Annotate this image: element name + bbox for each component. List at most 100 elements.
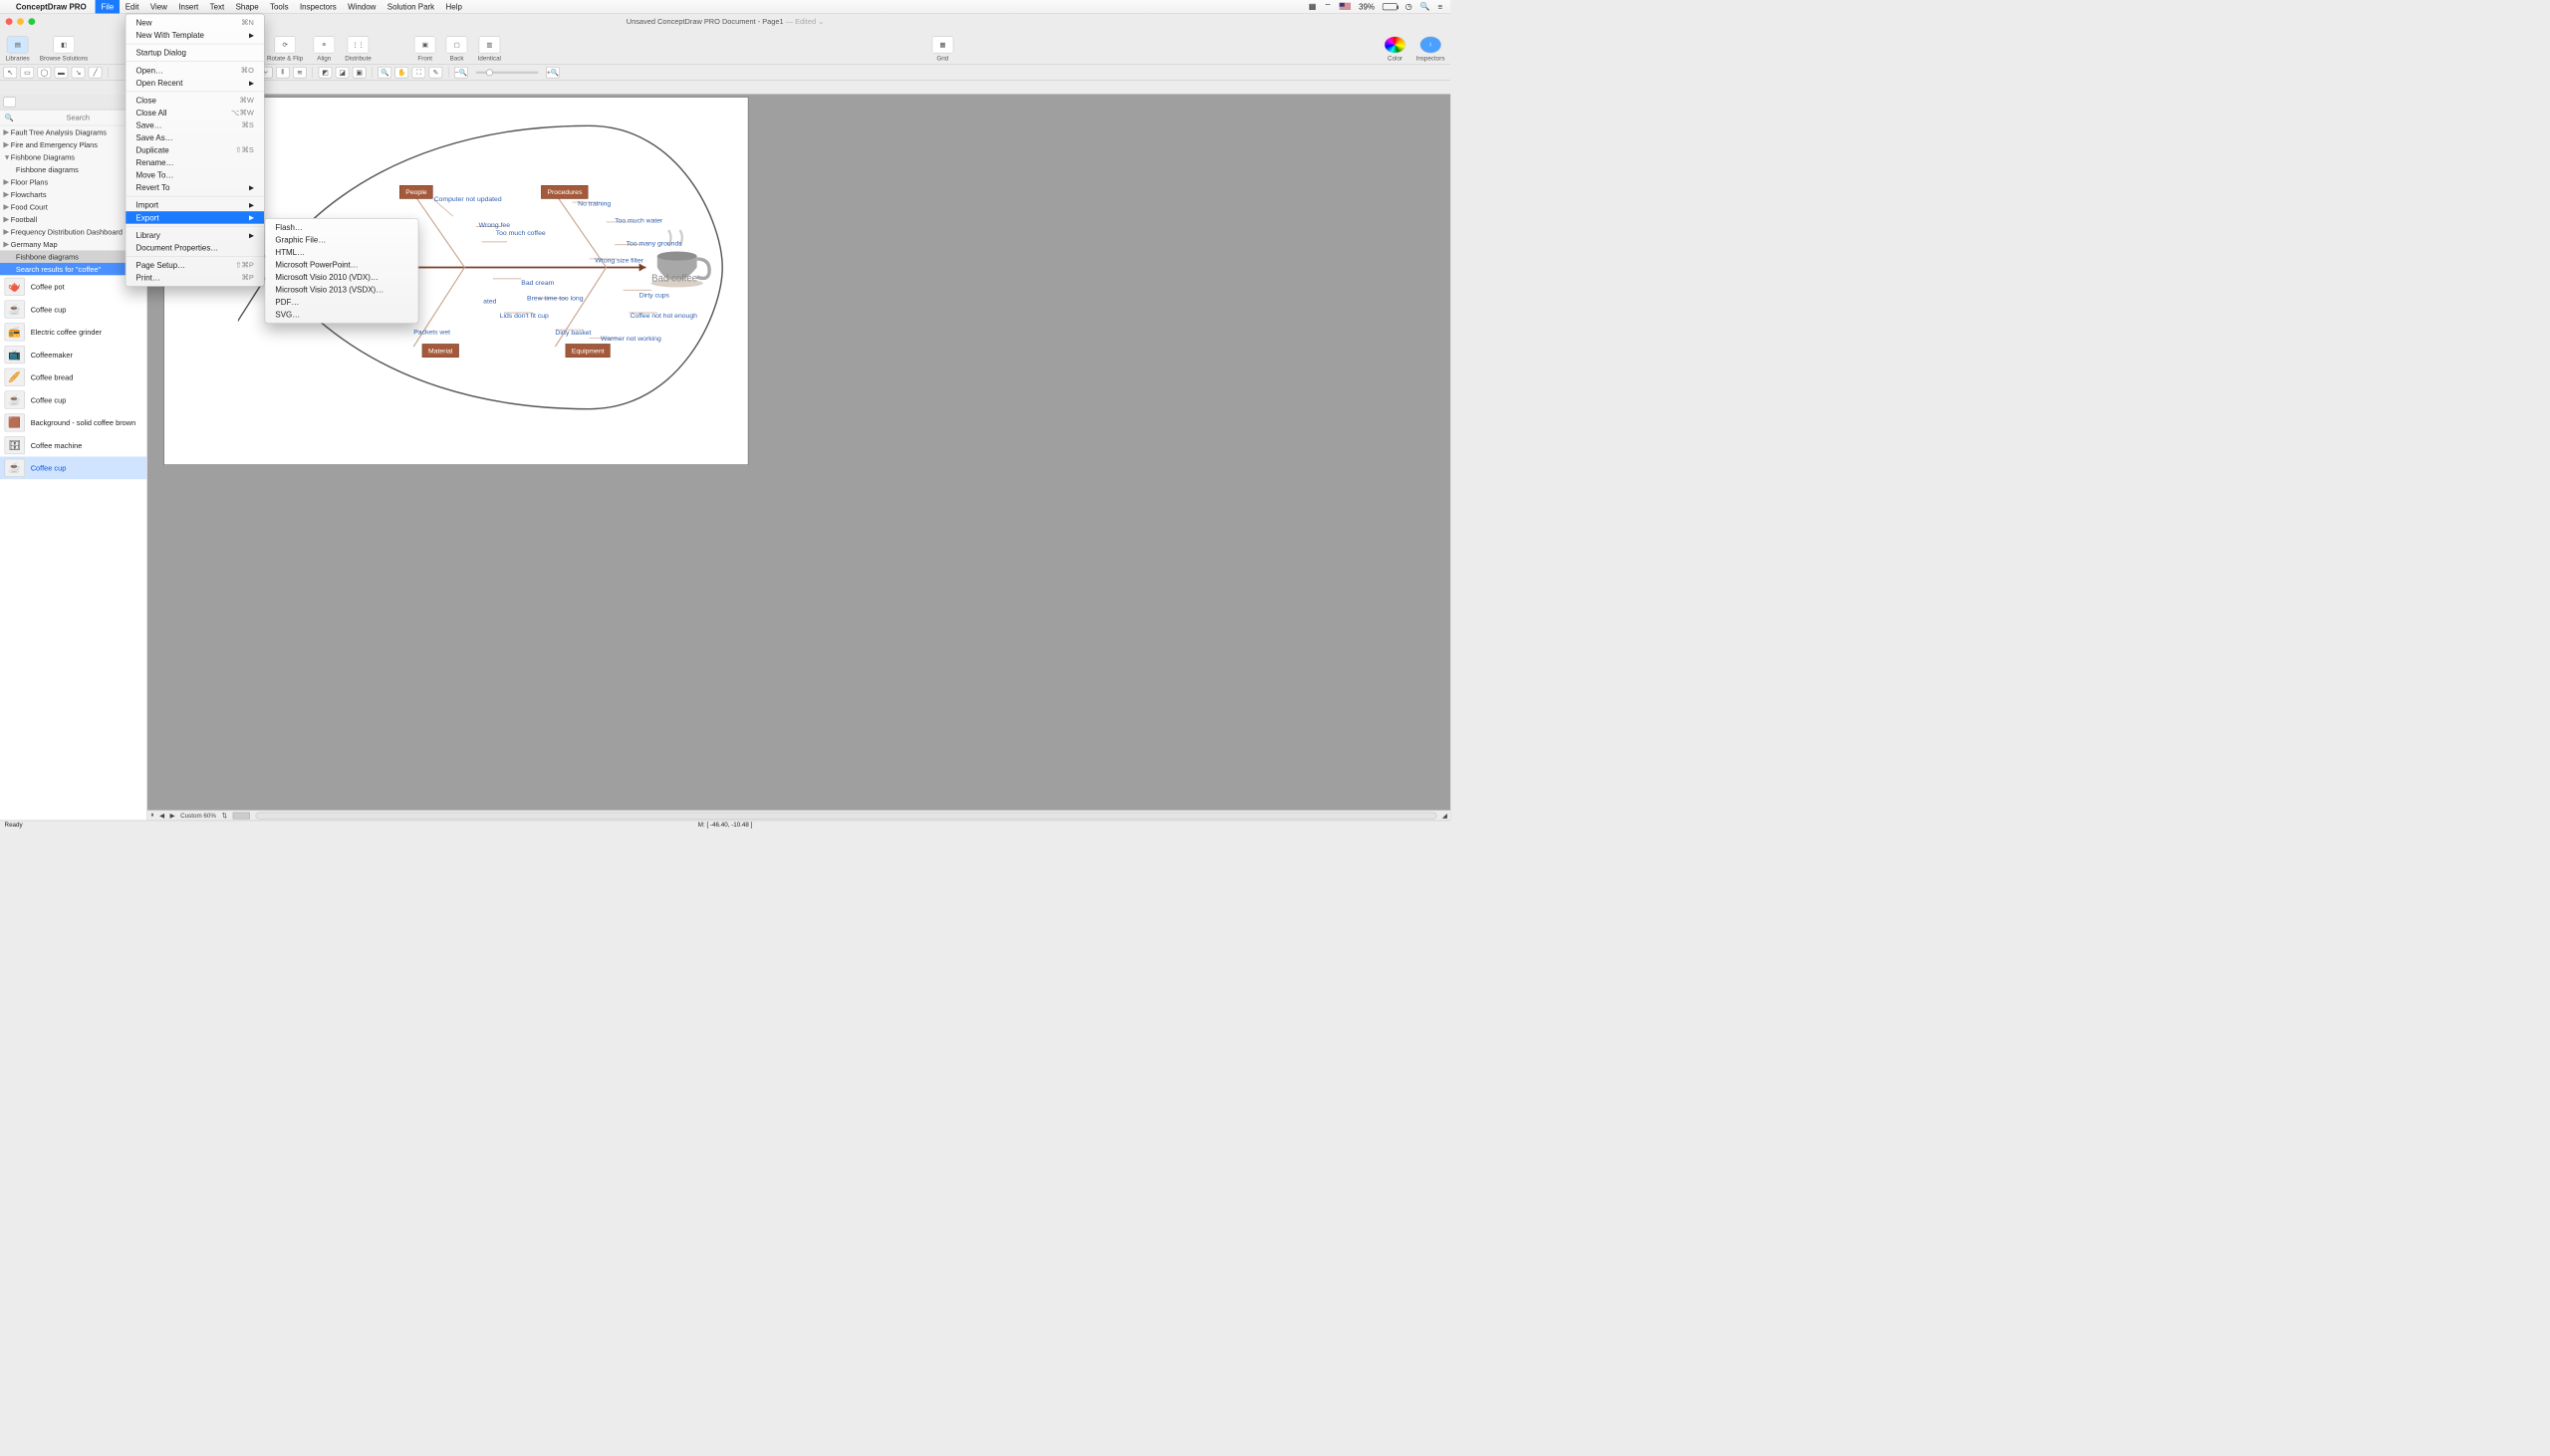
sidebar-mode-a[interactable] (3, 97, 16, 107)
menu-item[interactable]: New With Template▶ (126, 29, 264, 42)
menu-item[interactable]: PDF… (265, 296, 418, 309)
menu-inspectors[interactable]: Inspectors (294, 0, 342, 13)
menu-item[interactable]: New⌘N (126, 16, 264, 29)
zoom-slider[interactable] (476, 71, 539, 73)
menu-item[interactable]: Save As… (126, 131, 264, 144)
align-button[interactable]: ≡Align (313, 36, 335, 62)
identical-button[interactable]: ▥Identical (478, 36, 501, 62)
canvas[interactable]: People Procedures Material Equipment Com… (147, 94, 1450, 820)
menu-icon[interactable]: ≡ (1438, 2, 1443, 11)
menu-shape[interactable]: Shape (230, 0, 264, 13)
library-item[interactable]: 📻Electric coffee grinder (0, 321, 146, 344)
browse-solutions-button[interactable]: ◧Browse Solutions (40, 36, 88, 62)
connector-tool[interactable]: ↘ (72, 67, 86, 78)
next-page-button[interactable]: ▶ (170, 812, 175, 819)
menu-item[interactable]: Flash… (265, 221, 418, 234)
menu-help[interactable]: Help (440, 0, 468, 13)
chevron-down-icon[interactable]: ⌄ (818, 17, 824, 26)
zoom-in-button[interactable]: +🔍 (546, 67, 560, 78)
menu-item[interactable]: Export▶ (126, 211, 264, 224)
pan-tool[interactable]: ✋ (394, 67, 408, 78)
menu-item[interactable]: Open…⌘O (126, 64, 264, 77)
menu-item[interactable]: Print…⌘P (126, 271, 264, 284)
menu-item[interactable]: Close All⌥⌘W (126, 107, 264, 120)
menu-item[interactable]: Microsoft PowerPoint… (265, 258, 418, 271)
menu-insert[interactable]: Insert (173, 0, 204, 13)
resize-grip-icon[interactable]: ◢ (1442, 812, 1447, 819)
battery-icon[interactable] (1383, 3, 1398, 10)
menu-solution-park[interactable]: Solution Park (382, 0, 440, 13)
back-button[interactable]: ▢Back (446, 36, 468, 62)
library-item[interactable]: ☕Coffee cup (0, 298, 146, 321)
menu-view[interactable]: View (144, 0, 172, 13)
rotate-flip-button[interactable]: ⟳Rotate & Flip (267, 36, 303, 62)
zoom-stepper[interactable]: ⇅ (222, 812, 227, 819)
eyedropper-tool[interactable]: ✎ (429, 67, 443, 78)
page-tabs-icon[interactable] (233, 812, 250, 819)
menu-item[interactable]: Microsoft Visio 2010 (VDX)… (265, 271, 418, 284)
menu-item[interactable]: Revert To▶ (126, 181, 264, 194)
menu-item[interactable]: Microsoft Visio 2013 (VSDX)… (265, 283, 418, 296)
menu-item[interactable]: Library▶ (126, 229, 264, 242)
menu-item[interactable]: HTML… (265, 246, 418, 259)
prev-page-button[interactable]: ◀ (159, 812, 164, 819)
menu-item[interactable]: SVG… (265, 308, 418, 321)
arrange-1[interactable]: ◩ (319, 67, 333, 78)
front-button[interactable]: ▣Front (414, 36, 436, 62)
library-item[interactable]: ☕Coffee cup (0, 456, 146, 479)
crop-tool[interactable]: ⛶ (412, 67, 426, 78)
arrange-2[interactable]: ◪ (336, 67, 350, 78)
line-tool[interactable]: ╱ (89, 67, 103, 78)
zoom-tool[interactable]: 🔍 (378, 67, 391, 78)
zoom-readout[interactable]: Custom 60% (180, 812, 216, 819)
menu-item[interactable]: Move To… (126, 169, 264, 182)
ellipse-tool[interactable]: ◯ (38, 67, 52, 78)
menu-edit[interactable]: Edit (120, 0, 144, 13)
library-item[interactable]: 🥖Coffee bread (0, 365, 146, 388)
arrange-3[interactable]: ▣ (353, 67, 367, 78)
grid-icon[interactable]: ▦ (1309, 2, 1317, 12)
menu-item[interactable]: Page Setup…⇧⌘P (126, 259, 264, 272)
pause-icon[interactable]: ⏸ (150, 812, 153, 819)
rect-tool[interactable]: ▭ (20, 67, 34, 78)
wifi-icon[interactable]: ⌔ (1324, 1, 1331, 11)
us-flag-icon[interactable] (1340, 3, 1351, 10)
clock-icon[interactable]: ◷ (1405, 2, 1412, 12)
minimize-window-button[interactable] (17, 18, 24, 25)
inspectors-button[interactable]: iInspectors (1416, 36, 1445, 62)
menu-item[interactable]: Import▶ (126, 199, 264, 212)
export-submenu[interactable]: Flash…Graphic File…HTML…Microsoft PowerP… (265, 218, 419, 324)
menu-item[interactable]: Close⌘W (126, 94, 264, 107)
library-item[interactable]: 🗄Coffee machine (0, 434, 146, 457)
close-window-button[interactable] (6, 18, 13, 25)
file-menu[interactable]: New⌘NNew With Template▶ Startup Dialog Ope… (126, 14, 265, 287)
app-name[interactable]: ConceptDraw PRO (16, 2, 87, 11)
text-tool[interactable]: ▬ (55, 67, 69, 78)
distribute-h[interactable]: ⫴ (276, 67, 290, 78)
menu-item[interactable]: Open Recent▶ (126, 77, 264, 90)
search-input[interactable] (14, 114, 142, 122)
library-item[interactable]: 🟫Background - solid coffee brown (0, 411, 146, 434)
menu-text[interactable]: Text (204, 0, 230, 13)
menu-item[interactable]: Rename… (126, 156, 264, 169)
library-item[interactable]: ☕Coffee cup (0, 388, 146, 411)
h-scrollbar[interactable] (255, 812, 1436, 819)
library-item[interactable]: 📺Coffeemaker (0, 344, 146, 366)
distribute-button[interactable]: ⋮⋮Distribute (345, 36, 371, 62)
menu-tools[interactable]: Tools (264, 0, 294, 13)
distribute-v[interactable]: ≋ (293, 67, 307, 78)
menu-item[interactable]: Graphic File… (265, 233, 418, 246)
libraries-button[interactable]: ▤Libraries (6, 36, 30, 62)
menu-item[interactable]: Document Properties… (126, 241, 264, 254)
document-title[interactable]: Unsaved ConceptDraw PRO Document - Page1… (627, 17, 825, 26)
menu-file[interactable]: File (96, 0, 120, 13)
color-button[interactable]: Color (1385, 36, 1406, 62)
spotlight-icon[interactable]: 🔍 (1420, 2, 1430, 12)
pointer-tool[interactable]: ↖ (3, 67, 17, 78)
menu-item[interactable]: Save…⌘S (126, 119, 264, 131)
zoom-out-button[interactable]: −🔍 (454, 67, 468, 78)
grid-button[interactable]: ▦Grid (932, 36, 954, 62)
library-items[interactable]: 🫖Coffee pot☕Coffee cup📻Electric coffee g… (0, 275, 146, 820)
zoom-window-button[interactable] (28, 18, 35, 25)
menu-item[interactable]: Startup Dialog (126, 47, 264, 60)
